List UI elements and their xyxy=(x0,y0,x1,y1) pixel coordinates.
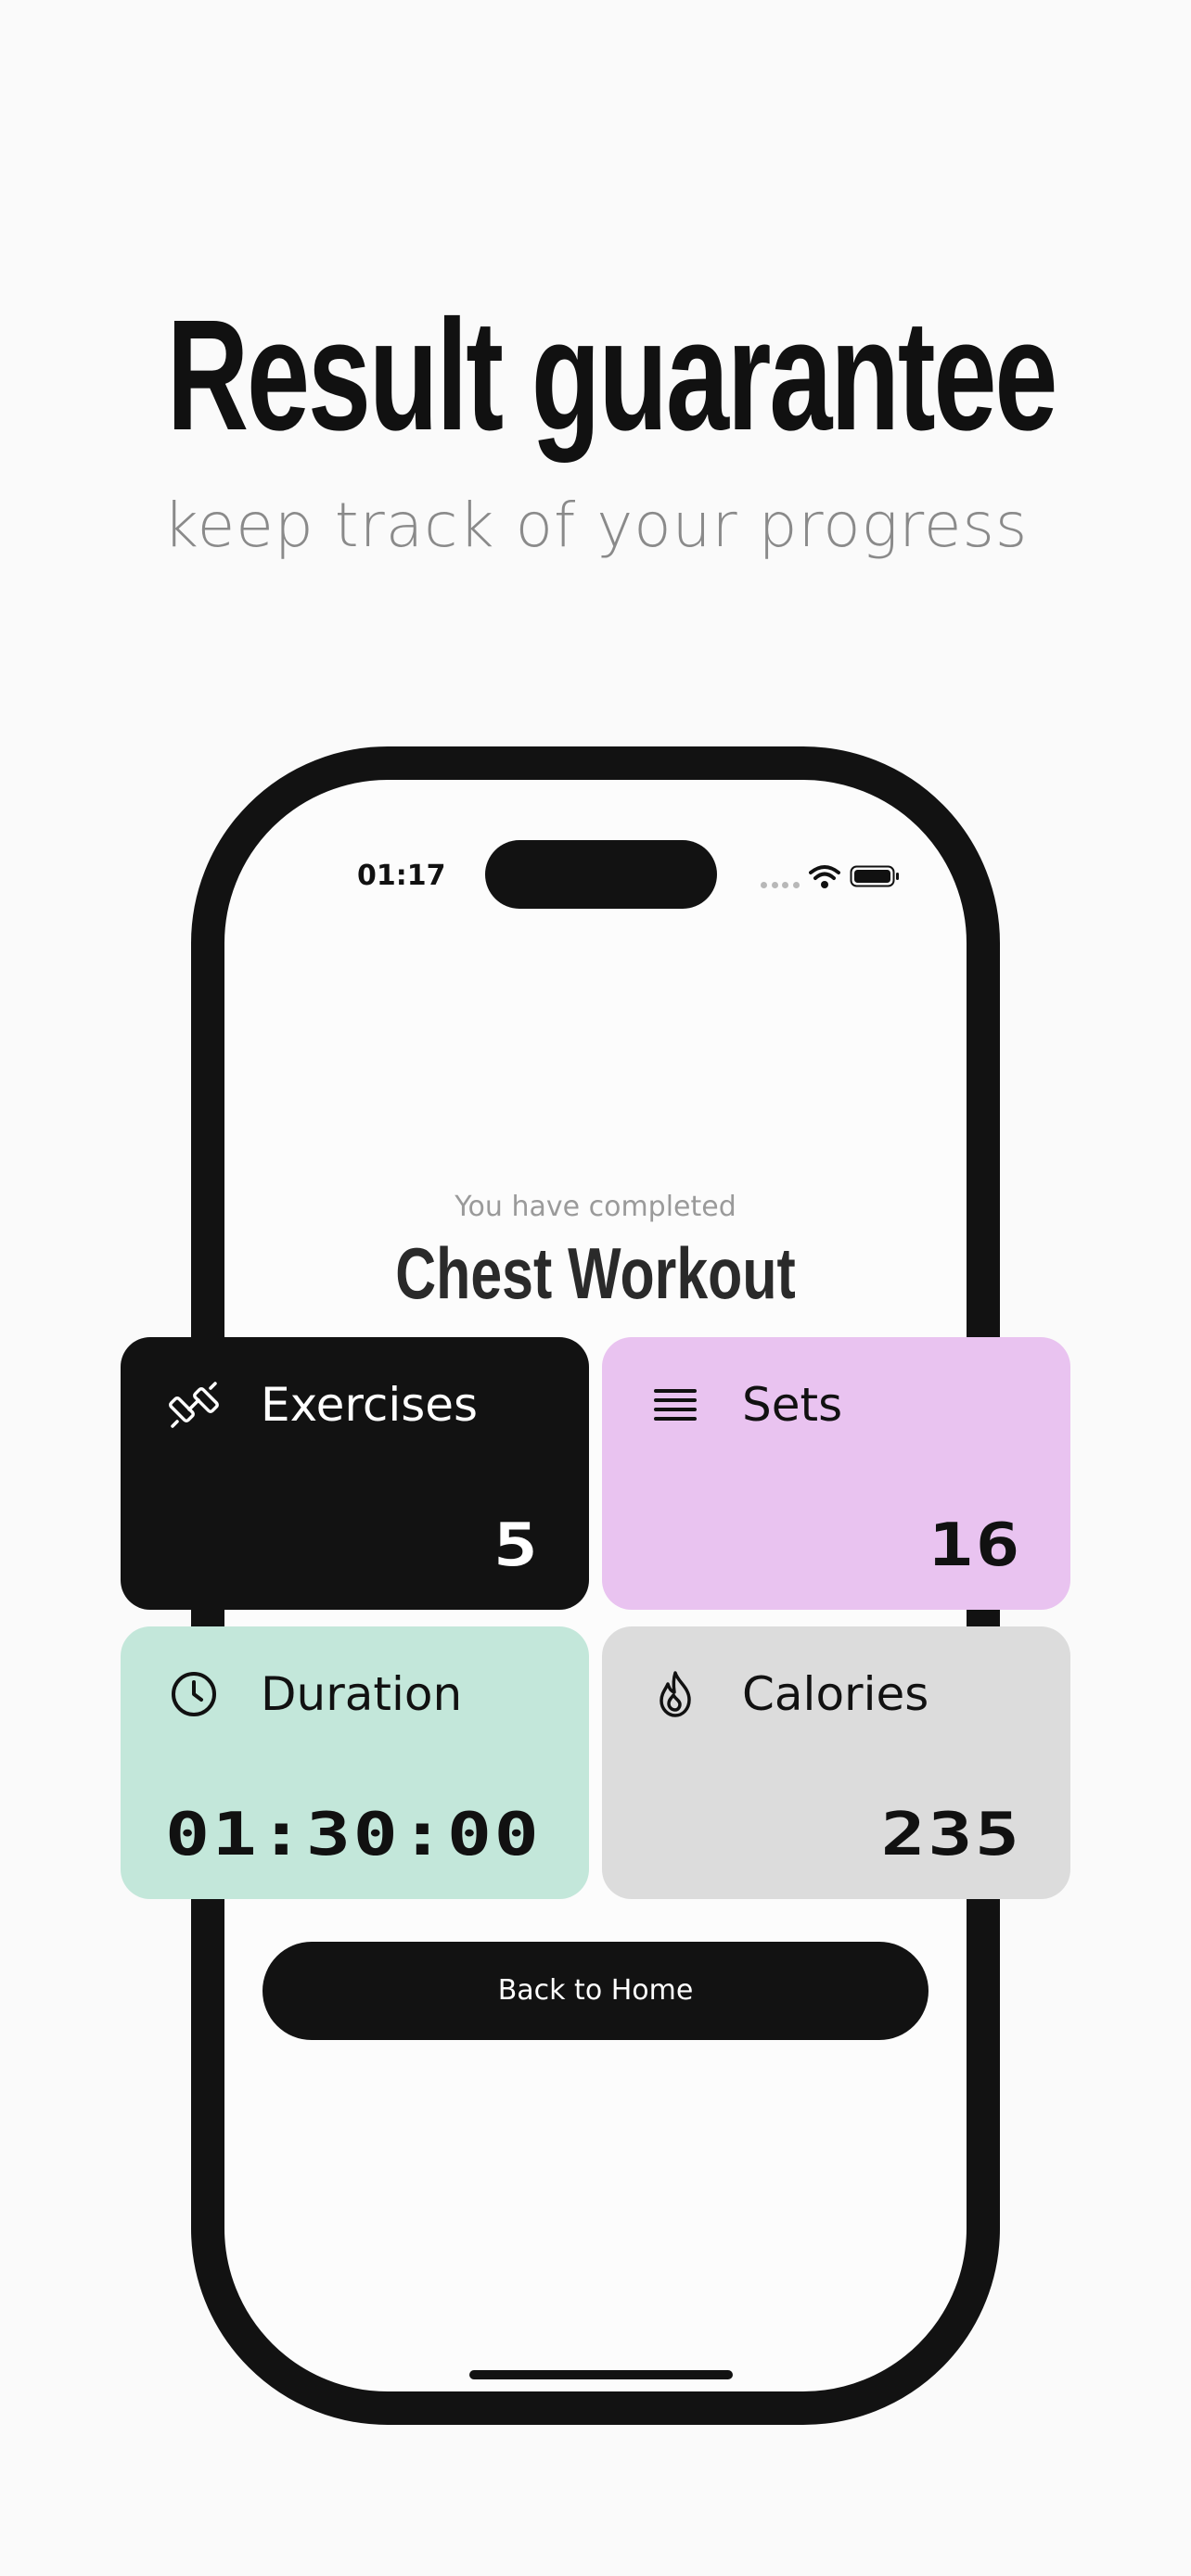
wifi-icon xyxy=(809,865,840,888)
dumbbell-icon xyxy=(169,1382,219,1428)
dynamic-island xyxy=(485,840,717,909)
calories-label: Calories xyxy=(742,1667,929,1721)
exercises-card: Exercises 5 xyxy=(121,1337,589,1610)
marketing-subtitle: keep track of your progress xyxy=(162,490,1029,561)
list-icon xyxy=(654,1389,697,1421)
home-indicator xyxy=(469,2370,733,2379)
workout-title: Chest Workout xyxy=(395,1232,796,1314)
completed-label: You have completed xyxy=(455,1191,736,1223)
marketing-headline: Result guarantee xyxy=(166,287,1058,464)
exercises-label: Exercises xyxy=(261,1378,479,1432)
calories-card: Calories 235 xyxy=(602,1626,1070,1899)
calories-value: 235 xyxy=(881,1801,1022,1869)
duration-card: Duration 01:30:00 xyxy=(121,1626,589,1899)
sets-card: Sets 16 xyxy=(602,1337,1070,1610)
duration-value: 01:30:00 xyxy=(164,1801,541,1869)
signal-dots-icon xyxy=(761,882,800,889)
status-time: 01:17 xyxy=(357,860,446,892)
status-icons xyxy=(761,861,928,895)
clock-icon xyxy=(172,1672,216,1716)
exercises-value: 5 xyxy=(493,1511,541,1580)
battery-icon xyxy=(850,865,899,887)
back-to-home-button[interactable]: Back to Home xyxy=(263,1942,928,2040)
duration-label: Duration xyxy=(261,1667,463,1721)
sets-label: Sets xyxy=(742,1378,843,1432)
flame-icon xyxy=(660,1671,691,1717)
sets-value: 16 xyxy=(928,1511,1022,1580)
